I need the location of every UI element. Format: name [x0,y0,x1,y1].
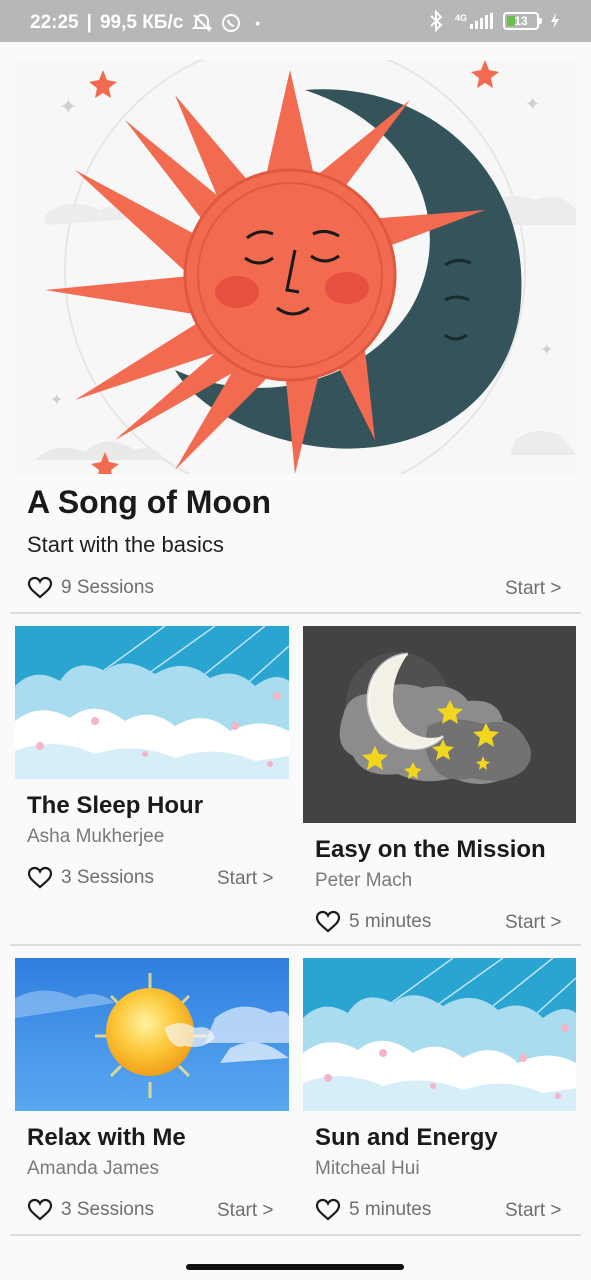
heart-icon[interactable] [315,910,341,934]
svg-text:✦: ✦ [59,94,77,119]
card-meta[interactable]: 3 Sessions [27,866,154,890]
network-type: 4G [454,13,467,23]
card-meta[interactable]: 5 minutes [315,910,431,934]
card-author: Asha Mukherjee [27,826,165,847]
featured-start-link[interactable]: Start > [505,578,562,600]
heart-icon[interactable] [27,576,53,600]
moon-clouds-stars-illustration [303,626,576,823]
card-title: Relax with Me [27,1124,186,1151]
card-author: Mitcheal Hui [315,1158,420,1179]
card-meta[interactable]: 3 Sessions [27,1198,154,1222]
card-author: Peter Mach [315,870,413,891]
battery-icon: 13 [503,12,542,30]
status-left: 22:25 | 99,5 КБ/с • [30,12,261,33]
silent-bell-icon [191,13,213,32]
signal-icon: 4G [455,13,493,29]
featured-sessions[interactable]: 9 Sessions [27,576,154,600]
sky-clouds-illustration [15,626,289,779]
status-speed: 99,5 КБ/с [99,12,184,33]
svg-text:✦: ✦ [525,94,540,114]
sun-blue-sky-illustration [15,958,289,1111]
session-card[interactable]: Sun and Energy Mitcheal Hui 5 minutes St… [303,958,576,1228]
card-start-link[interactable]: Start > [505,1200,562,1222]
session-card[interactable]: The Sleep Hour Asha Mukherjee 3 Sessions… [15,626,289,896]
card-title: The Sleep Hour [27,792,204,819]
featured-title: A Song of Moon [27,484,272,520]
card-start-link[interactable]: Start > [217,1200,274,1222]
home-gesture-bar[interactable] [186,1264,404,1270]
card-start-link[interactable]: Start > [217,868,274,890]
featured-image: ✦ ✦ ✦ ✦ [15,60,576,474]
divider [10,944,581,946]
status-bar: 22:25 | 99,5 КБ/с • 4G 13 [0,0,591,42]
sky-clouds-illustration [303,958,576,1111]
sessions-count: 9 Sessions [61,577,154,598]
heart-icon[interactable] [27,866,53,890]
battery-level: 13 [514,14,528,28]
card-meta[interactable]: 5 minutes [315,1198,431,1222]
status-time: 22:25 [30,12,79,33]
session-card[interactable]: Easy on the Mission Peter Mach 5 minutes… [303,626,576,940]
featured-card[interactable]: ✦ ✦ ✦ ✦ A Song of Moon Start with the ba… [15,60,576,605]
bluetooth-icon [430,10,443,32]
svg-text:✦: ✦ [540,342,553,359]
whatsapp-icon [222,14,241,32]
divider [10,612,581,614]
card-image [15,626,289,779]
session-card[interactable]: Relax with Me Amanda James 3 Sessions St… [15,958,289,1228]
charging-icon [551,13,559,29]
svg-text:✦: ✦ [50,392,63,409]
status-right: 4G 13 [427,10,561,32]
card-image [303,626,576,823]
divider [10,1234,581,1236]
card-title: Sun and Energy [315,1124,498,1151]
card-author: Amanda James [27,1158,160,1179]
card-image [15,958,289,1111]
heart-icon[interactable] [315,1198,341,1222]
card-image [303,958,576,1111]
featured-subtitle: Start with the basics [27,532,224,557]
notification-dot: • [255,15,261,31]
heart-icon[interactable] [27,1198,53,1222]
card-start-link[interactable]: Start > [505,912,562,934]
card-title: Easy on the Mission [315,836,546,863]
sun-moon-illustration: ✦ ✦ ✦ ✦ [35,60,576,474]
